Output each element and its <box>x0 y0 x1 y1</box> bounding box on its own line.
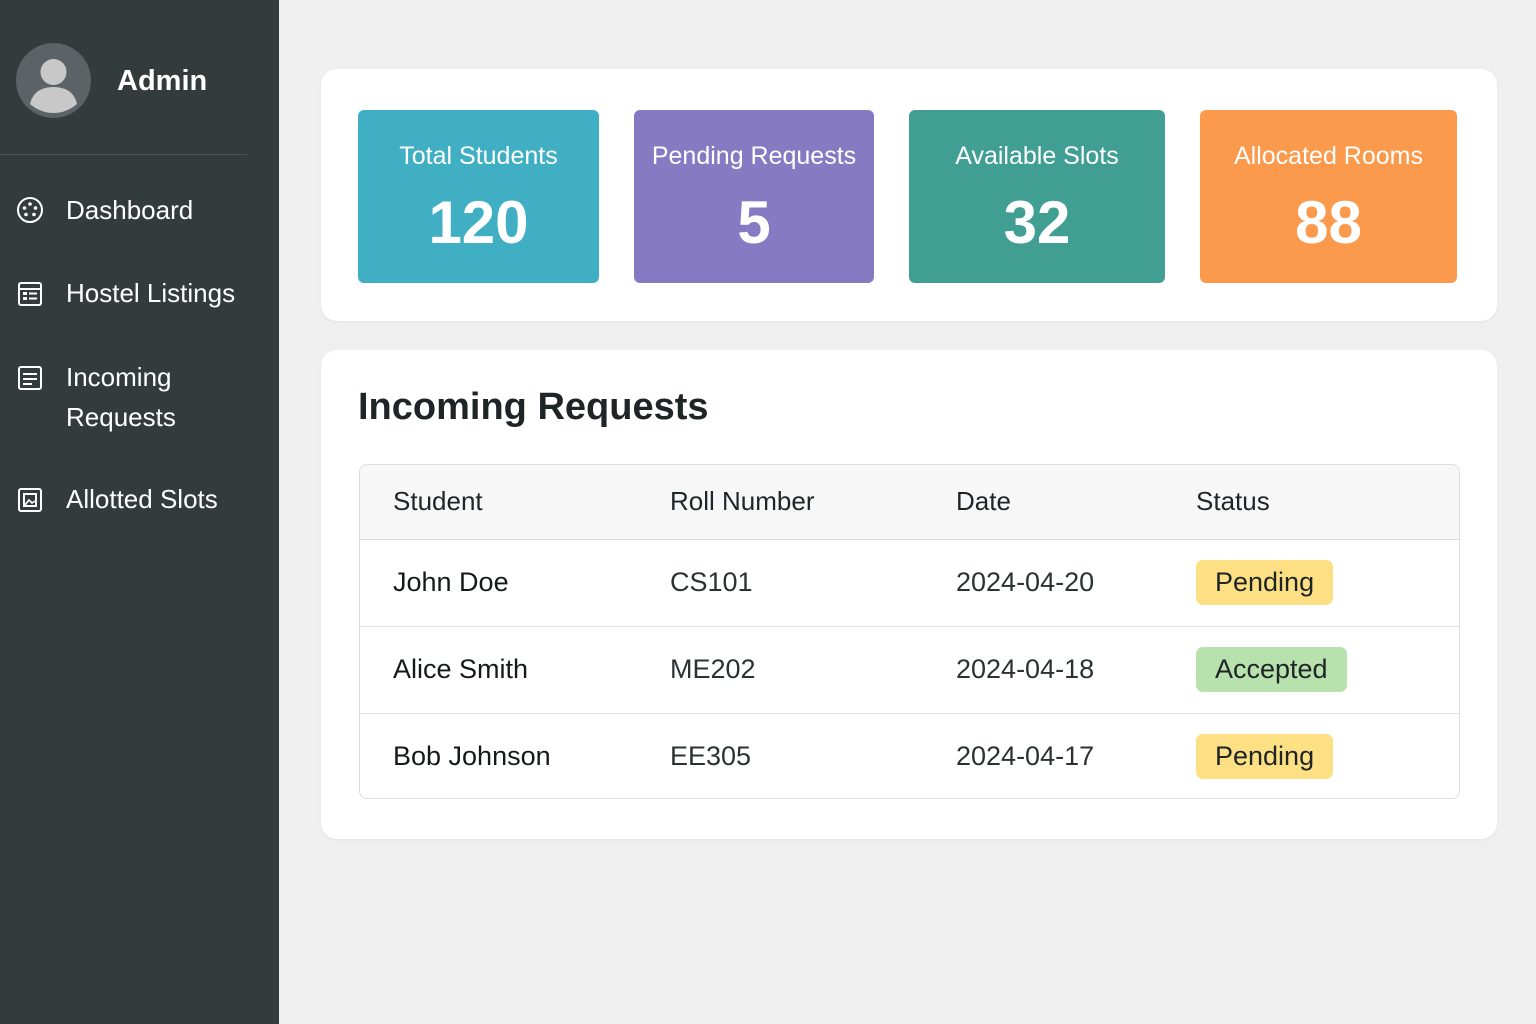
column-header-date[interactable]: Date <box>956 465 1196 539</box>
stat-value: 5 <box>737 189 771 256</box>
document-icon <box>16 364 44 392</box>
image-icon <box>16 486 44 514</box>
request-date: 2024-04-17 <box>956 741 1095 772</box>
stat-value: 32 <box>1003 189 1071 256</box>
student-name: Bob Johnson <box>393 741 551 772</box>
table-row[interactable]: Alice Smith ME202 2024-04-18 Accepted <box>360 626 1459 713</box>
stat-label: Available Slots <box>955 142 1119 170</box>
student-name: John Doe <box>393 567 509 597</box>
table-row[interactable]: John Doe CS101 2024-04-20 Pending <box>360 539 1459 626</box>
roll-number: ME202 <box>670 654 756 684</box>
stat-allocated-rooms[interactable]: Allocated Rooms 88 <box>1200 110 1457 283</box>
sidebar-item-allotted-slots[interactable]: Allotted Slots <box>0 479 279 519</box>
incoming-requests-card: Incoming Requests Student Roll Number Da… <box>321 350 1497 839</box>
dashboard-icon <box>16 196 44 224</box>
status-badge[interactable]: Pending <box>1196 734 1334 780</box>
requests-table: Student Roll Number Date Status John Doe… <box>359 464 1460 799</box>
sidebar-item-incoming-requests[interactable]: Incoming Requests <box>0 357 279 437</box>
sidebar-divider <box>0 154 247 155</box>
sidebar-item-label: Dashboard <box>66 195 194 225</box>
sidebar-item-label-line2: Requests <box>66 402 176 432</box>
stat-available-slots[interactable]: Available Slots 32 <box>909 110 1165 283</box>
column-header-status[interactable]: Status <box>1196 465 1459 539</box>
sidebar-item-hostel-listings[interactable]: Hostel Listings <box>0 273 279 313</box>
stat-label: Pending Requests <box>651 142 857 170</box>
sidebar-item-label: Hostel Listings <box>66 278 236 308</box>
request-date: 2024-04-20 <box>956 567 1095 597</box>
stat-total-students[interactable]: Total Students 120 <box>358 110 599 283</box>
admin-name: Admin <box>117 65 208 97</box>
sidebar-item-label: Allotted Slots <box>66 484 218 514</box>
stat-value: 88 <box>1295 189 1362 256</box>
stat-label: Allocated Rooms <box>1234 142 1423 170</box>
list-icon <box>16 280 44 308</box>
admin-profile: Admin <box>0 0 279 155</box>
table-row[interactable]: Bob Johnson EE305 2024-04-17 Pending <box>360 713 1459 798</box>
avatar-icon[interactable] <box>16 43 91 118</box>
main-content: Total Students 120 Pending Requests 5 Av… <box>279 0 1536 1024</box>
roll-number: EE305 <box>670 741 752 772</box>
table-header-row: Student Roll Number Date Status <box>360 465 1459 539</box>
roll-number: CS101 <box>670 567 753 597</box>
student-name: Alice Smith <box>393 654 529 684</box>
stats-card: Total Students 120 Pending Requests 5 Av… <box>321 69 1497 321</box>
sidebar-item-dashboard[interactable]: Dashboard <box>0 190 279 230</box>
column-header-student[interactable]: Student <box>360 465 670 539</box>
section-title: Incoming Requests <box>358 386 709 428</box>
column-header-roll-number[interactable]: Roll Number <box>670 465 956 539</box>
stat-value: 120 <box>428 189 529 256</box>
stat-label: Total Students <box>399 142 558 170</box>
sidebar-item-label-line1: Incoming <box>66 362 172 392</box>
sidebar: Admin Dashboard Hostel Listings Incoming… <box>0 0 279 1024</box>
request-date: 2024-04-18 <box>956 654 1095 684</box>
status-badge[interactable]: Pending <box>1196 560 1334 605</box>
status-badge[interactable]: Accepted <box>1196 647 1347 692</box>
stat-pending-requests[interactable]: Pending Requests 5 <box>634 110 874 283</box>
